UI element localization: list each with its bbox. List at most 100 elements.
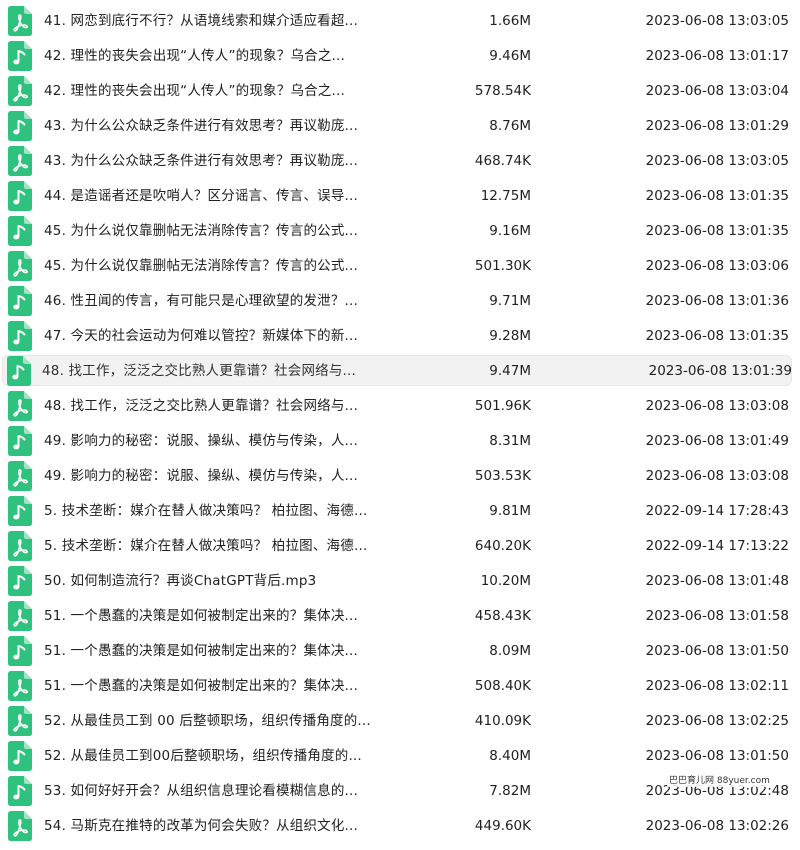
- file-modified-date: 2023-06-08 13:02:25: [645, 713, 789, 729]
- file-name: 49. 影响力的秘密：说服、操纵、模仿与传染，人...: [44, 433, 359, 449]
- file-modified-date: 2023-06-08 13:01:36: [645, 293, 789, 309]
- audio-icon: [8, 741, 32, 771]
- file-row[interactable]: 48. 找工作，泛泛之交比熟人更靠谱？社会网络与... 9.47M 2023-06-…: [0, 354, 800, 389]
- file-modified-date: 2023-06-08 13:01:35: [645, 223, 789, 239]
- pdf-icon: [8, 531, 32, 561]
- file-row[interactable]: 46. 性丑闻的传言，有可能只是心理欲望的发泄？... 9.71M 2023-06-…: [0, 284, 800, 319]
- file-row[interactable]: 45. 为什么说仅靠删帖无法消除传言？传言的公式... 501.30K 2023-0…: [0, 249, 800, 284]
- file-name: 48. 找工作，泛泛之交比熟人更靠谱？社会网络与...: [42, 363, 357, 379]
- file-name: 43. 为什么公众缺乏条件进行有效思考？再议勒庞...: [44, 153, 359, 169]
- file-size: 8.40M: [489, 748, 531, 764]
- file-size: 8.31M: [489, 433, 531, 449]
- file-modified-date: 2023-06-08 13:01:58: [645, 608, 789, 624]
- audio-icon: [8, 496, 32, 526]
- file-size: 9.46M: [489, 48, 531, 64]
- file-name: 47. 今天的社会运动为何难以管控？新媒体下的新...: [44, 328, 359, 344]
- file-size: 449.60K: [474, 818, 531, 834]
- file-name: 5. 技术垄断：媒介在替人做决策吗？ 柏拉图、海德...: [44, 503, 368, 519]
- file-modified-date: 2023-06-08 13:01:17: [645, 48, 789, 64]
- pdf-icon: [8, 76, 32, 106]
- audio-icon: [8, 426, 32, 456]
- file-name: 42. 理性的丧失会出现“人传人”的现象？乌合之...: [44, 83, 346, 99]
- file-row[interactable]: 48. 找工作，泛泛之交比熟人更靠谱？社会网络与... 501.96K 2023-0…: [0, 389, 800, 424]
- pdf-icon: [8, 601, 32, 631]
- file-size: 9.16M: [489, 223, 531, 239]
- file-row[interactable]: 51. 一个愚蠢的决策是如何被制定出来的？集体决... 8.09M 2023-06-…: [0, 634, 800, 669]
- pdf-icon: [8, 811, 32, 841]
- file-name: 49. 影响力的秘密：说服、操纵、模仿与传染，人...: [44, 468, 359, 484]
- file-name: 5. 技术垄断：媒介在替人做决策吗？ 柏拉图、海德...: [44, 538, 368, 554]
- audio-icon: [8, 566, 32, 596]
- file-modified-date: 2023-06-08 13:03:05: [645, 13, 789, 29]
- file-modified-date: 2023-06-08 13:01:35: [645, 188, 789, 204]
- pdf-icon: [8, 706, 32, 736]
- file-name: 53. 如何好好开会？从组织信息理论看模糊信息的...: [44, 783, 359, 799]
- pdf-icon: [8, 6, 32, 36]
- file-name: 44. 是造谣者还是吹哨人？区分谣言、传言、误导...: [44, 188, 359, 204]
- audio-icon: [8, 636, 32, 666]
- file-row[interactable]: 51. 一个愚蠢的决策是如何被制定出来的？集体决... 458.43K 2023-0…: [0, 599, 800, 634]
- pdf-icon: [8, 391, 32, 421]
- watermark: 巴巴育儿网 88yuer.com: [667, 775, 772, 787]
- file-size: 508.40K: [474, 678, 531, 694]
- file-modified-date: 2023-06-08 13:01:29: [645, 118, 789, 134]
- file-modified-date: 2023-06-08 13:03:04: [645, 83, 789, 99]
- file-row[interactable]: 52. 从最佳员工到 00 后整顿职场，组织传播角度的... 410.09K 202…: [0, 704, 800, 739]
- file-row[interactable]: 49. 影响力的秘密：说服、操纵、模仿与传染，人... 8.31M 2023-06-…: [0, 424, 800, 459]
- file-name: 50. 如何制造流行？再谈ChatGPT背后.mp3: [44, 573, 317, 589]
- file-row[interactable]: 42. 理性的丧失会出现“人传人”的现象？乌合之... 578.54K 2023-0…: [0, 74, 800, 109]
- file-name: 52. 从最佳员工到00后整顿职场，组织传播角度的...: [44, 748, 362, 764]
- file-size: 8.09M: [489, 643, 531, 659]
- file-name: 43. 为什么公众缺乏条件进行有效思考？再议勒庞...: [44, 118, 359, 134]
- audio-icon: [8, 216, 32, 246]
- file-size: 8.76M: [489, 118, 531, 134]
- file-size: 9.47M: [489, 363, 531, 379]
- file-size: 7.82M: [489, 783, 531, 799]
- file-size: 468.74K: [474, 153, 531, 169]
- file-size: 9.81M: [489, 503, 531, 519]
- audio-icon: [7, 356, 31, 386]
- file-row[interactable]: 41. 网恋到底行不行？从语境线索和媒介适应看超... 1.66M 2023-06-…: [0, 4, 800, 39]
- file-row[interactable]: 49. 影响力的秘密：说服、操纵、模仿与传染，人... 503.53K 2023-0…: [0, 459, 800, 494]
- file-modified-date: 2023-06-08 13:01:50: [645, 643, 789, 659]
- file-row[interactable]: 54. 马斯克在推特的改革为何会失败？从组织文化... 449.60K 2023-0…: [0, 809, 800, 844]
- file-modified-date: 2023-06-08 13:01:50: [645, 748, 789, 764]
- audio-icon: [8, 41, 32, 71]
- file-row[interactable]: 5. 技术垄断：媒介在替人做决策吗？ 柏拉图、海德... 9.81M 2022-09…: [0, 494, 800, 529]
- file-modified-date: 2023-06-08 13:03:06: [645, 258, 789, 274]
- file-modified-date: 2023-06-08 13:01:35: [645, 328, 789, 344]
- file-name: 51. 一个愚蠢的决策是如何被制定出来的？集体决...: [44, 643, 359, 659]
- file-row[interactable]: 47. 今天的社会运动为何难以管控？新媒体下的新... 9.28M 2023-06-…: [0, 319, 800, 354]
- file-size: 9.71M: [489, 293, 531, 309]
- file-row[interactable]: 51. 一个愚蠢的决策是如何被制定出来的？集体决... 508.40K 2023-0…: [0, 669, 800, 704]
- file-row[interactable]: 44. 是造谣者还是吹哨人？区分谣言、传言、误导... 12.75M 2023-06…: [0, 179, 800, 214]
- file-size: 1.66M: [489, 13, 531, 29]
- file-row[interactable]: 43. 为什么公众缺乏条件进行有效思考？再议勒庞... 468.74K 2023-0…: [0, 144, 800, 179]
- file-row[interactable]: 52. 从最佳员工到00后整顿职场，组织传播角度的... 8.40M 2023-06…: [0, 739, 800, 774]
- file-name: 46. 性丑闻的传言，有可能只是心理欲望的发泄？...: [44, 293, 359, 309]
- file-modified-date: 2023-06-08 13:02:11: [645, 678, 789, 694]
- file-name: 45. 为什么说仅靠删帖无法消除传言？传言的公式...: [44, 258, 359, 274]
- file-row[interactable]: 42. 理性的丧失会出现“人传人”的现象？乌合之... 9.46M 2023-06-…: [0, 39, 800, 74]
- file-size: 458.43K: [474, 608, 531, 624]
- audio-icon: [8, 181, 32, 211]
- file-name: 45. 为什么说仅靠删帖无法消除传言？传言的公式...: [44, 223, 359, 239]
- file-name: 41. 网恋到底行不行？从语境线索和媒介适应看超...: [44, 13, 359, 29]
- file-size: 10.20M: [480, 573, 531, 589]
- file-row[interactable]: 50. 如何制造流行？再谈ChatGPT背后.mp3 10.20M 2023-06-…: [0, 564, 800, 599]
- file-row[interactable]: 43. 为什么公众缺乏条件进行有效思考？再议勒庞... 8.76M 2023-06-…: [0, 109, 800, 144]
- file-name: 42. 理性的丧失会出现“人传人”的现象？乌合之...: [44, 48, 346, 64]
- file-size: 503.53K: [474, 468, 531, 484]
- file-size: 501.96K: [474, 398, 531, 414]
- file-row[interactable]: 45. 为什么说仅靠删帖无法消除传言？传言的公式... 9.16M 2023-06-…: [0, 214, 800, 249]
- file-size: 501.30K: [474, 258, 531, 274]
- file-modified-date: 2022-09-14 17:13:22: [645, 538, 789, 554]
- file-size: 9.28M: [489, 328, 531, 344]
- pdf-icon: [8, 461, 32, 491]
- file-name: 51. 一个愚蠢的决策是如何被制定出来的？集体决...: [44, 678, 359, 694]
- pdf-icon: [8, 671, 32, 701]
- file-name: 54. 马斯克在推特的改革为何会失败？从组织文化...: [44, 818, 359, 834]
- pdf-icon: [8, 146, 32, 176]
- file-row[interactable]: 5. 技术垄断：媒介在替人做决策吗？ 柏拉图、海德... 640.20K 2022-…: [0, 529, 800, 564]
- file-name: 51. 一个愚蠢的决策是如何被制定出来的？集体决...: [44, 608, 359, 624]
